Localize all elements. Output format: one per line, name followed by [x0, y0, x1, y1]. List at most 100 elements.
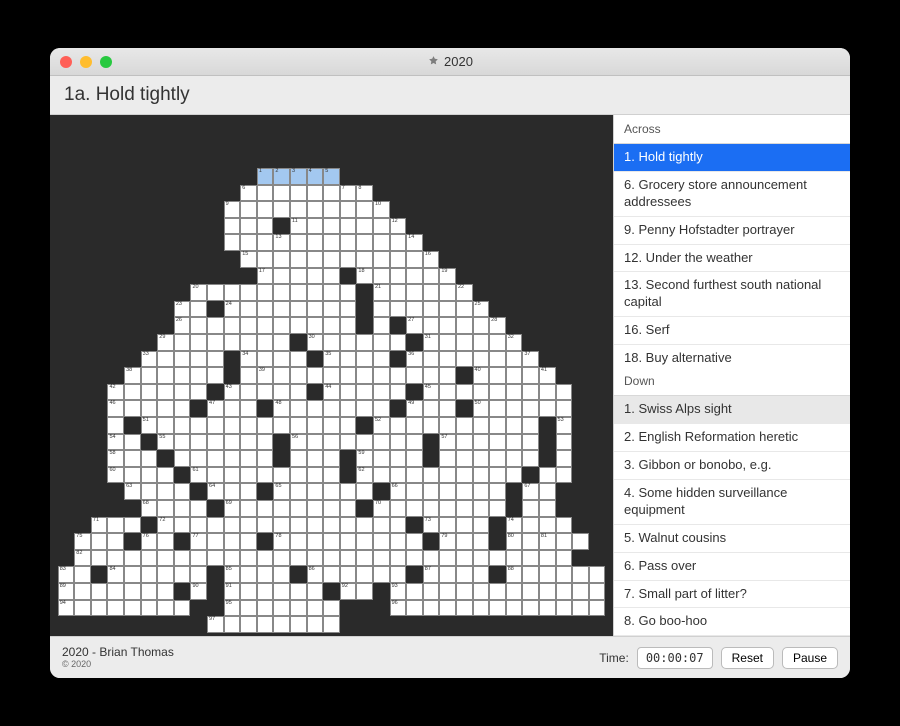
grid-cell[interactable] [257, 600, 274, 617]
grid-cell[interactable] [323, 268, 340, 285]
grid-cell[interactable] [539, 600, 556, 617]
grid-cell[interactable] [323, 367, 340, 384]
grid-cell[interactable] [323, 218, 340, 235]
grid-cell[interactable] [439, 583, 456, 600]
grid-cell[interactable] [323, 483, 340, 500]
grid-cell[interactable] [224, 533, 241, 550]
grid-cell[interactable] [340, 251, 357, 268]
grid-cell[interactable]: 82 [74, 550, 91, 567]
grid-cell[interactable]: 8 [356, 185, 373, 202]
grid-cell[interactable] [207, 533, 224, 550]
grid-cell[interactable] [190, 334, 207, 351]
grid-cell[interactable] [439, 301, 456, 318]
grid-cell[interactable]: 54 [107, 434, 124, 451]
grid-cell[interactable] [307, 185, 324, 202]
grid-cell[interactable] [456, 566, 473, 583]
grid-cell[interactable] [240, 201, 257, 218]
grid-cell[interactable] [224, 550, 241, 567]
grid-cell[interactable] [522, 434, 539, 451]
grid-cell[interactable] [174, 384, 191, 401]
grid-cell[interactable] [556, 467, 573, 484]
grid-cell[interactable] [456, 317, 473, 334]
grid-cell[interactable] [556, 566, 573, 583]
grid-cell[interactable] [456, 417, 473, 434]
grid-cell[interactable] [522, 500, 539, 517]
grid-cell[interactable] [473, 550, 490, 567]
grid-cell[interactable]: 4 [307, 168, 324, 185]
grid-cell[interactable] [174, 517, 191, 534]
grid-cell[interactable] [240, 434, 257, 451]
reset-button[interactable]: Reset [721, 647, 774, 669]
grid-cell[interactable] [356, 400, 373, 417]
grid-cell[interactable]: 19 [439, 268, 456, 285]
grid-cell[interactable] [406, 284, 423, 301]
grid-cell[interactable] [190, 351, 207, 368]
grid-cell[interactable]: 85 [224, 566, 241, 583]
clue-item[interactable]: 1. Swiss Alps sight [614, 396, 850, 424]
grid-cell[interactable] [307, 367, 324, 384]
grid-cell[interactable] [174, 566, 191, 583]
grid-cell[interactable]: 36 [406, 351, 423, 368]
grid-cell[interactable]: 28 [489, 317, 506, 334]
grid-cell[interactable]: 12 [390, 218, 407, 235]
grid-cell[interactable] [439, 400, 456, 417]
grid-cell[interactable] [340, 500, 357, 517]
grid-cell[interactable]: 44 [323, 384, 340, 401]
grid-cell[interactable]: 2 [273, 168, 290, 185]
grid-cell[interactable]: 25 [473, 301, 490, 318]
grid-cell[interactable] [323, 317, 340, 334]
grid-cell[interactable] [124, 467, 141, 484]
grid-cell[interactable] [307, 417, 324, 434]
grid-cell[interactable] [273, 550, 290, 567]
grid-cell[interactable] [473, 434, 490, 451]
grid-cell[interactable] [406, 301, 423, 318]
grid-cell[interactable]: 6 [240, 185, 257, 202]
grid-cell[interactable] [489, 400, 506, 417]
grid-cell[interactable] [307, 301, 324, 318]
grid-cell[interactable] [356, 434, 373, 451]
grid-cell[interactable] [539, 483, 556, 500]
grid-cell[interactable] [207, 467, 224, 484]
grid-cell[interactable] [141, 384, 158, 401]
grid-cell[interactable] [157, 351, 174, 368]
grid-cell[interactable] [257, 417, 274, 434]
grid-cell[interactable]: 51 [141, 417, 158, 434]
grid-cell[interactable]: 56 [290, 434, 307, 451]
grid-cell[interactable] [240, 600, 257, 617]
grid-cell[interactable] [373, 533, 390, 550]
grid-cell[interactable] [240, 301, 257, 318]
grid-cell[interactable] [91, 600, 108, 617]
grid-cell[interactable] [257, 616, 274, 633]
grid-cell[interactable] [240, 400, 257, 417]
grid-cell[interactable] [356, 583, 373, 600]
grid-cell[interactable] [340, 317, 357, 334]
grid-cell[interactable] [390, 284, 407, 301]
grid-cell[interactable] [290, 400, 307, 417]
grid-cell[interactable]: 45 [423, 384, 440, 401]
grid-cell[interactable]: 50 [473, 400, 490, 417]
grid-cell[interactable] [473, 334, 490, 351]
grid-cell[interactable]: 22 [456, 284, 473, 301]
grid-cell[interactable] [240, 218, 257, 235]
grid-cell[interactable] [224, 400, 241, 417]
grid-cell[interactable] [356, 566, 373, 583]
grid-cell[interactable]: 5 [323, 168, 340, 185]
grid-cell[interactable] [290, 185, 307, 202]
grid-cell[interactable] [439, 566, 456, 583]
grid-cell[interactable] [107, 417, 124, 434]
grid-cell[interactable] [74, 583, 91, 600]
grid-cell[interactable] [556, 533, 573, 550]
grid-cell[interactable] [323, 185, 340, 202]
grid-cell[interactable]: 69 [224, 500, 241, 517]
grid-cell[interactable] [323, 450, 340, 467]
grid-cell[interactable] [307, 450, 324, 467]
grid-cell[interactable]: 23 [174, 301, 191, 318]
grid-cell[interactable] [174, 450, 191, 467]
grid-cell[interactable] [273, 251, 290, 268]
grid-cell[interactable] [273, 566, 290, 583]
grid-cell[interactable]: 38 [124, 367, 141, 384]
grid-cell[interactable] [489, 384, 506, 401]
grid-cell[interactable] [107, 517, 124, 534]
grid-cell[interactable] [423, 301, 440, 318]
grid-cell[interactable] [273, 616, 290, 633]
